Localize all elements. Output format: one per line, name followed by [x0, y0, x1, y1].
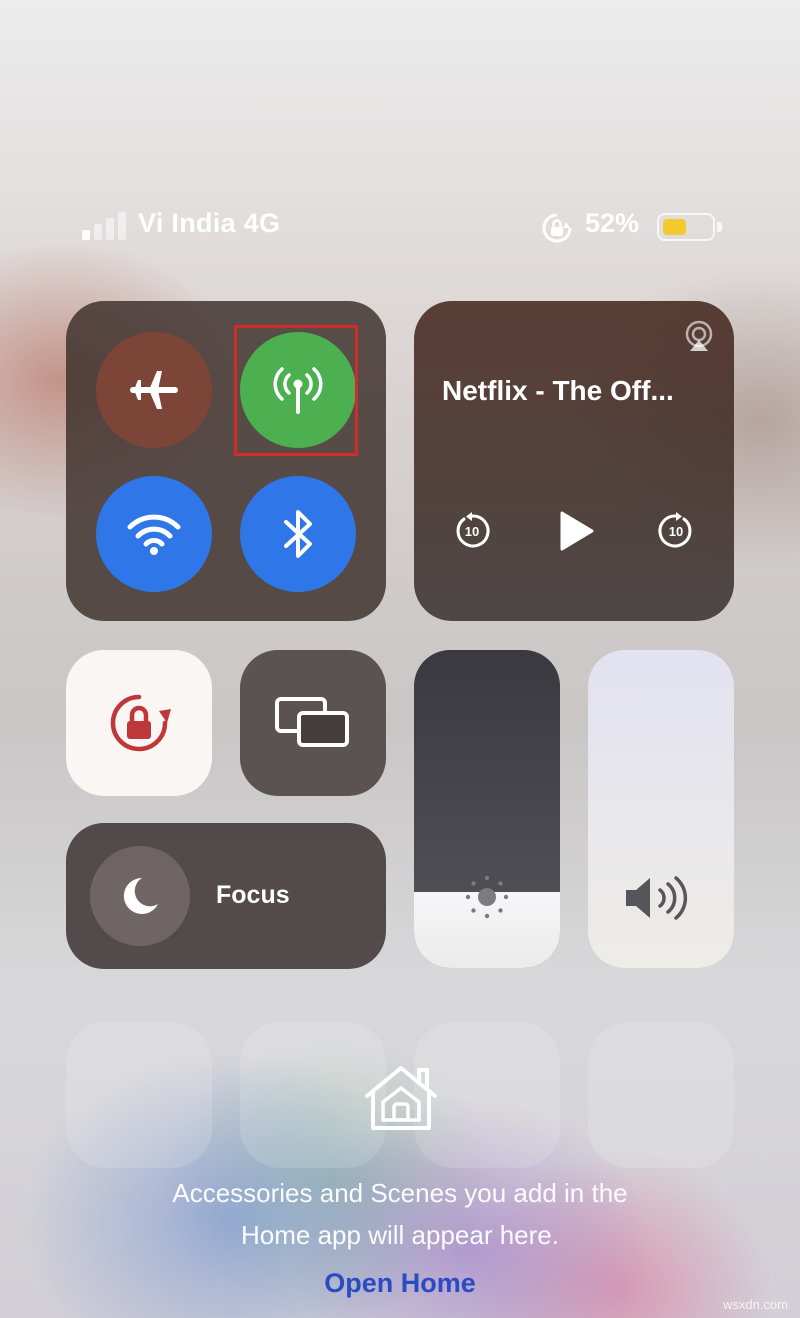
- focus-label: Focus: [216, 881, 290, 909]
- home-message-line1: Accessories and Scenes you add in the: [172, 1178, 628, 1208]
- signal-bar: [118, 212, 126, 240]
- home-message-line2: Home app will appear here.: [241, 1220, 559, 1250]
- orientation-lock-small-icon: [542, 213, 572, 243]
- now-playing-title: Netflix - The Off...: [442, 375, 674, 406]
- focus-button[interactable]: Focus: [66, 823, 386, 969]
- home-message: Accessories and Scenes you add in the Ho…: [66, 1172, 734, 1256]
- airplane-icon: [130, 371, 178, 409]
- signal-bar: [106, 218, 114, 240]
- bluetooth-button[interactable]: [240, 476, 356, 592]
- carrier-label: Vi India 4G: [138, 208, 281, 238]
- skip-forward-seconds: 10: [668, 523, 684, 539]
- orientation-lock-button[interactable]: [66, 650, 212, 796]
- volume-icon: [626, 876, 688, 920]
- bluetooth-icon: [284, 510, 312, 558]
- skip-back-seconds: 10: [464, 523, 480, 539]
- wifi-icon: [127, 514, 181, 555]
- watermark: wsxdn.com: [722, 1297, 788, 1312]
- home-icon: [365, 1066, 437, 1130]
- airplay-icon[interactable]: [682, 319, 716, 353]
- skip-forward-button[interactable]: 10: [656, 511, 696, 551]
- brightness-icon: [465, 875, 509, 919]
- battery-icon: [657, 213, 722, 241]
- battery-percent: 52%: [585, 208, 640, 238]
- skip-back-button[interactable]: 10: [452, 511, 492, 551]
- now-playing-panel[interactable]: Netflix - The Off... 10 10: [414, 301, 734, 621]
- screen-mirroring-button[interactable]: [240, 650, 386, 796]
- status-bar: Vi India 4G 52%: [0, 200, 800, 254]
- airplane-mode-button[interactable]: [96, 332, 212, 448]
- home-section: Accessories and Scenes you add in the Ho…: [66, 1022, 734, 1318]
- open-home-link[interactable]: Open Home: [66, 1268, 734, 1299]
- focus-icon-circle: [90, 846, 190, 946]
- play-button[interactable]: [554, 509, 598, 553]
- play-icon: [560, 511, 594, 551]
- orientation-lock-icon: [110, 694, 171, 752]
- connectivity-panel: [66, 301, 386, 621]
- signal-icon: [82, 212, 128, 240]
- signal-bar: [94, 224, 102, 240]
- wifi-button[interactable]: [96, 476, 212, 592]
- home-placeholder-tile: [588, 1022, 734, 1168]
- signal-bar: [82, 230, 90, 240]
- battery-fill: [663, 219, 686, 235]
- screen-mirroring-icon: [275, 697, 349, 747]
- highlight-box: [234, 325, 358, 456]
- moon-icon: [123, 877, 158, 914]
- volume-slider[interactable]: [588, 650, 734, 968]
- battery-nub: [717, 222, 722, 232]
- home-placeholder-tile: [66, 1022, 212, 1168]
- brightness-slider[interactable]: [414, 650, 560, 968]
